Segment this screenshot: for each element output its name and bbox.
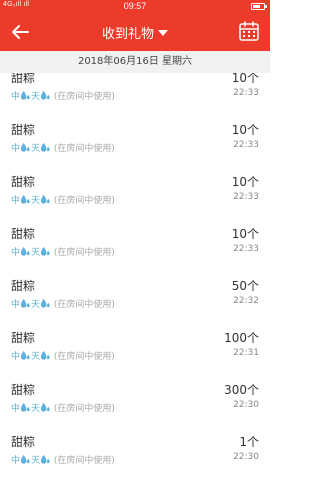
- gift-sender-line: 中天 (在房间中使用): [11, 453, 115, 466]
- sweat-drops-icon: [40, 298, 51, 310]
- sweat-drops-icon: [40, 194, 51, 206]
- sweat-drops-icon: [20, 454, 31, 466]
- gift-count: 10个: [231, 227, 259, 241]
- usage-location: (在房间中使用): [53, 196, 115, 206]
- page-title: 收到礼物: [101, 27, 154, 42]
- usage-location: (在房间中使用): [53, 456, 115, 466]
- gift-row: 甜粽 10个中天 (在房间中使用) 22:33: [0, 225, 270, 277]
- sweat-drops-icon: [20, 142, 31, 154]
- gift-sender-line: 中天 (在房间中使用): [11, 141, 115, 154]
- sweat-drops-icon: [20, 246, 31, 258]
- caret-down-icon: [158, 30, 168, 36]
- gift-sender-line: 中天 (在房间中使用): [11, 349, 115, 362]
- gift-row: 甜粽 100个中天 (在房间中使用) 22:31: [0, 329, 270, 381]
- app-bar: 收到礼物: [0, 13, 270, 51]
- gift-time: 22:33: [233, 244, 259, 254]
- gift-list: 甜粽 10个中天 (在房间中使用) 22:33 甜粽 10个中天 (在房间中使用) 22:…: [0, 73, 270, 480]
- date-header: 2018年06月16日 星期六: [0, 51, 270, 73]
- gift-row: 甜粽 10个中天 (在房间中使用) 22:33: [0, 73, 270, 121]
- usage-location: (在房间中使用): [53, 92, 115, 102]
- gift-sender-line: 中天 (在房间中使用): [11, 401, 115, 414]
- gift-time: 22:32: [233, 296, 259, 306]
- gift-sender-line: 中天 (在房间中使用): [11, 193, 115, 206]
- title-dropdown[interactable]: 收到礼物: [0, 23, 270, 42]
- sender-name[interactable]: 中天: [11, 298, 51, 310]
- sweat-drops-icon: [40, 142, 51, 154]
- battery-icon: [251, 3, 267, 10]
- sweat-drops-icon: [20, 402, 31, 414]
- gift-name: 甜粽: [11, 383, 36, 397]
- usage-location: (在房间中使用): [53, 300, 115, 310]
- sweat-drops-icon: [40, 90, 51, 102]
- gift-row: 甜粽 300个中天 (在房间中使用) 22:30: [0, 381, 270, 433]
- sender-name[interactable]: 中天: [11, 350, 51, 362]
- gift-time: 22:33: [233, 88, 259, 98]
- usage-location: (在房间中使用): [53, 352, 115, 362]
- sender-name[interactable]: 中天: [11, 246, 51, 258]
- usage-location: (在房间中使用): [53, 404, 115, 414]
- sender-name[interactable]: 中天: [11, 90, 51, 102]
- status-bar: 4G₂ıll ıll 09:57: [0, 0, 270, 13]
- gift-name: 甜粽: [11, 331, 36, 345]
- gift-count: 300个: [224, 383, 259, 397]
- sweat-drops-icon: [40, 350, 51, 362]
- gift-sender-line: 中天 (在房间中使用): [11, 245, 115, 258]
- sweat-drops-icon: [20, 298, 31, 310]
- sender-name[interactable]: 中天: [11, 194, 51, 206]
- gift-name: 甜粽: [11, 227, 36, 241]
- sweat-drops-icon: [40, 246, 51, 258]
- sweat-drops-icon: [20, 194, 31, 206]
- gift-time: 22:31: [233, 348, 259, 358]
- gift-time: 22:30: [233, 452, 259, 462]
- sender-name[interactable]: 中天: [11, 402, 51, 414]
- gift-name: 甜粽: [11, 435, 36, 449]
- gift-sender-line: 中天 (在房间中使用): [11, 297, 115, 310]
- gift-count: 100个: [224, 331, 259, 345]
- sweat-drops-icon: [40, 454, 51, 466]
- usage-location: (在房间中使用): [53, 248, 115, 258]
- sweat-drops-icon: [20, 90, 31, 102]
- gift-row: 甜粽 50个中天 (在房间中使用) 22:32: [0, 277, 270, 329]
- usage-location: (在房间中使用): [53, 144, 115, 154]
- gift-count: 10个: [231, 73, 259, 85]
- gift-sender-line: 中天 (在房间中使用): [11, 89, 115, 102]
- status-time: 09:57: [123, 1, 147, 11]
- gift-name: 甜粽: [11, 73, 36, 85]
- gift-row: 甜粽 10个中天 (在房间中使用) 22:33: [0, 121, 270, 173]
- sweat-drops-icon: [40, 402, 51, 414]
- sender-name[interactable]: 中天: [11, 142, 51, 154]
- gift-row: 甜粽 10个中天 (在房间中使用) 22:33: [0, 173, 270, 225]
- gift-name: 甜粽: [11, 175, 36, 189]
- gift-count: 10个: [231, 175, 259, 189]
- sweat-drops-icon: [20, 350, 31, 362]
- gift-time: 22:30: [233, 400, 259, 410]
- gift-name: 甜粽: [11, 279, 36, 293]
- calendar-icon[interactable]: [238, 20, 260, 42]
- gift-name: 甜粽: [11, 123, 36, 137]
- gift-time: 22:33: [233, 192, 259, 202]
- gift-time: 22:33: [233, 140, 259, 150]
- sender-name[interactable]: 中天: [11, 454, 51, 466]
- gift-count: 50个: [231, 279, 259, 293]
- gift-row: 甜粽 1个中天 (在房间中使用) 22:30: [0, 433, 270, 480]
- gift-count: 10个: [231, 123, 259, 137]
- gift-count: 1个: [239, 435, 259, 449]
